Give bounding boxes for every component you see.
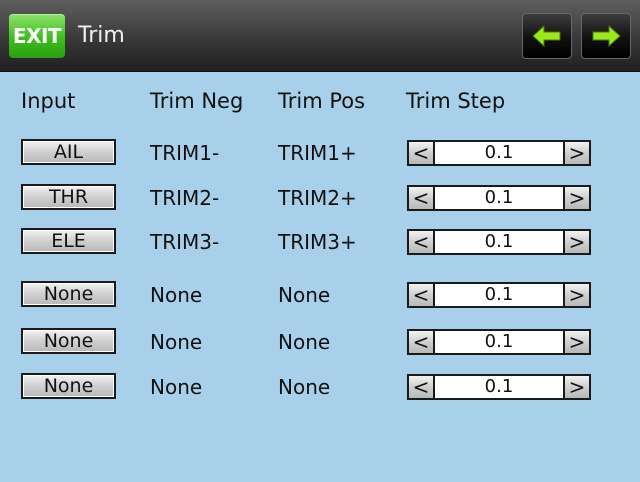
trim-row: THR TRIM2- TRIM2+ <0.1 > (0, 182, 640, 214)
column-header-input: Input (21, 89, 76, 113)
trim-neg-value[interactable]: TRIM1- (150, 137, 219, 169)
trim-neg-value[interactable]: None (150, 326, 202, 358)
increment-button[interactable]: > (563, 185, 591, 211)
decrement-button[interactable]: < (407, 374, 435, 400)
trim-neg-value[interactable]: TRIM2- (150, 182, 219, 214)
trim-row: None None None <0.1 > (0, 326, 640, 358)
trim-neg-value[interactable]: None (150, 279, 202, 311)
next-page-button[interactable] (581, 13, 631, 59)
trim-step-value[interactable]: 0.1 (435, 282, 563, 308)
increment-button[interactable]: > (563, 329, 591, 355)
input-select-button[interactable]: None (21, 373, 116, 399)
arrow-right-icon (592, 24, 621, 48)
trim-row: None None None <0.1 > (0, 371, 640, 403)
trim-step-value[interactable]: 0.1 (435, 140, 563, 166)
trim-pos-value[interactable]: TRIM2+ (278, 182, 357, 214)
trim-row: ELE TRIM3- TRIM3+ <0.1 > (0, 226, 640, 258)
trim-step-value[interactable]: 0.1 (435, 229, 563, 255)
increment-button[interactable]: > (563, 140, 591, 166)
decrement-button[interactable]: < (407, 140, 435, 166)
trim-pos-value[interactable]: TRIM1+ (278, 137, 357, 169)
input-select-button[interactable]: AIL (21, 139, 116, 165)
trim-pos-value[interactable]: TRIM3+ (278, 226, 357, 258)
trim-neg-value[interactable]: None (150, 371, 202, 403)
trim-step-stepper: <0.1 > (407, 282, 591, 308)
trim-pos-value[interactable]: None (278, 371, 330, 403)
decrement-button[interactable]: < (407, 185, 435, 211)
trim-row: AIL TRIM1- TRIM1+ <0.1 > (0, 137, 640, 169)
trim-row: None None None <0.1 > (0, 279, 640, 311)
increment-button[interactable]: > (563, 374, 591, 400)
trim-step-stepper: <0.1 > (407, 140, 591, 166)
decrement-button[interactable]: < (407, 282, 435, 308)
page-title: Trim (78, 23, 125, 48)
trim-step-stepper: <0.1 > (407, 185, 591, 211)
trim-step-stepper: <0.1 > (407, 229, 591, 255)
trim-pos-value[interactable]: None (278, 326, 330, 358)
column-header-trim-pos: Trim Pos (278, 89, 366, 113)
input-select-button[interactable]: None (21, 281, 116, 307)
increment-button[interactable]: > (563, 229, 591, 255)
trim-step-stepper: <0.1 > (407, 329, 591, 355)
trim-step-stepper: <0.1 > (407, 374, 591, 400)
decrement-button[interactable]: < (407, 329, 435, 355)
increment-button[interactable]: > (563, 282, 591, 308)
trim-pos-value[interactable]: None (278, 279, 330, 311)
input-select-button[interactable]: THR (21, 184, 116, 210)
title-bar: EXIT Trim (0, 0, 640, 72)
input-select-button[interactable]: None (21, 328, 116, 354)
input-select-button[interactable]: ELE (21, 228, 116, 254)
trim-step-value[interactable]: 0.1 (435, 329, 563, 355)
trim-neg-value[interactable]: TRIM3- (150, 226, 219, 258)
exit-button[interactable]: EXIT (9, 14, 65, 58)
trim-step-value[interactable]: 0.1 (435, 185, 563, 211)
decrement-button[interactable]: < (407, 229, 435, 255)
trim-step-value[interactable]: 0.1 (435, 374, 563, 400)
column-header-trim-step: Trim Step (406, 89, 506, 113)
arrow-left-icon (532, 24, 561, 48)
previous-page-button[interactable] (522, 13, 572, 59)
column-header-trim-neg: Trim Neg (150, 89, 244, 113)
